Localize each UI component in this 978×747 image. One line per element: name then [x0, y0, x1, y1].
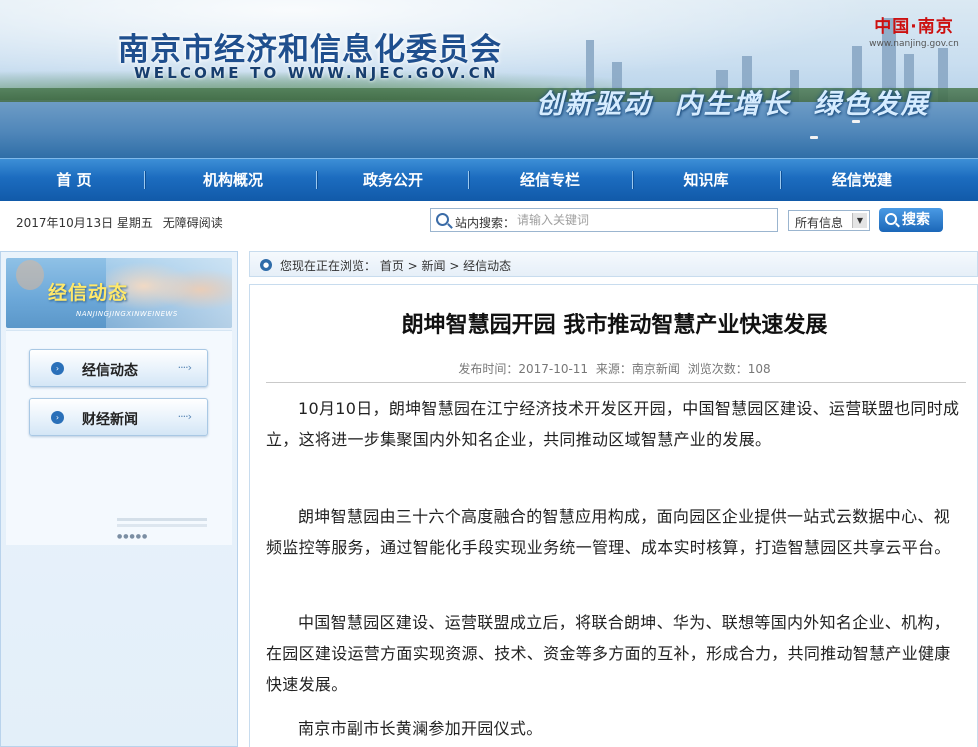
date-line: 2017年10月13日 星期五 无障碍阅读 — [16, 214, 223, 231]
search-button-label: 搜索 — [902, 212, 930, 228]
sidebar-item-label: 经信动态 — [82, 363, 138, 379]
nav-item-gov-open[interactable]: 政务公开 — [318, 159, 468, 201]
article-panel: 朗坤智慧园开园 我市推动智慧产业快速发展 发布时间：2017-10-11 来源：… — [249, 284, 978, 747]
title-divider — [266, 382, 966, 383]
sidebar-item-label: 财经新闻 — [82, 412, 138, 428]
logo-url: www.nanjing.gov.cn — [869, 39, 959, 49]
article-paragraph: 南京市副市长黄澜参加开园仪式。 — [298, 719, 543, 738]
nav-item-about[interactable]: 机构概况 — [148, 159, 318, 201]
search-scope-select[interactable]: 所有信息 ▼ — [788, 210, 870, 231]
article-meta: 发布时间：2017-10-11 来源：南京新闻 浏览次数：108 — [250, 360, 978, 377]
article-paragraph: 中国智慧园区建设、运营联盟成立后，将联合朗坤、华为、联想等国内外知名企业、机构，… — [266, 613, 951, 694]
breadcrumb-text[interactable]: 您现在正在浏览： 首页 > 新闻 > 经信动态 — [280, 257, 511, 274]
nav-item-party[interactable]: 经信党建 — [782, 159, 942, 201]
chevron-down-icon[interactable]: ▼ — [852, 213, 867, 228]
sidebar-banner: 经信动态 NANJINGJINGXINWEINEWS — [6, 258, 232, 328]
sidebar-item-jingxin-news[interactable]: › 经信动态 ····› — [29, 349, 208, 387]
search-icon — [436, 213, 449, 226]
chevron-right-icon: › — [51, 411, 64, 424]
publish-date: 2017-10-11 — [518, 362, 589, 376]
nanjing-logo[interactable]: 中国·南京 www.nanjing.gov.cn — [868, 12, 960, 52]
views-label-text: 浏览次数： — [687, 362, 748, 376]
banner-photo-shape — [16, 260, 44, 290]
main-nav: 首 页 机构概况 政务公开 经信专栏 知识库 经信党建 — [0, 158, 978, 202]
dotted-arrow-icon: ····› — [177, 361, 192, 374]
sidebar-banner-subtitle: NANJINGJINGXINWEINEWS — [76, 310, 178, 318]
breadcrumb: ● 您现在正在浏览： 首页 > 新闻 > 经信动态 — [249, 251, 978, 277]
sidebar-item-finance-news[interactable]: › 财经新闻 ····› — [29, 398, 208, 436]
site-search-box: 站内搜索： — [430, 208, 778, 232]
nav-item-column[interactable]: 经信专栏 — [470, 159, 630, 201]
article-title: 朗坤智慧园开园 我市推动智慧产业快速发展 — [401, 312, 828, 338]
nav-divider — [144, 171, 146, 189]
search-scope-value: 所有信息 — [795, 216, 844, 230]
current-date: 2017年10月13日 星期五 — [16, 216, 153, 230]
article-paragraph: 10月10日，朗坤智慧园在江宁经济技术开发区开园，中国智慧园区建设、运营联盟也同… — [266, 399, 960, 449]
logo-text: 中国·南京 — [874, 17, 954, 37]
views-label: 浏览次数：108 — [688, 362, 771, 376]
source-value: 南京新闻 — [631, 362, 680, 376]
location-icon: ● — [260, 259, 272, 271]
sidebar: 经信动态 NANJINGJINGXINWEINEWS › 经信动态 ····› … — [0, 251, 238, 747]
sidebar-menu: › 经信动态 ····› › 财经新闻 ····› — [6, 330, 232, 545]
accessibility-link[interactable]: 无障碍阅读 — [163, 216, 223, 230]
source-label-text: 来源： — [595, 362, 632, 376]
chevron-right-icon: › — [51, 362, 64, 375]
search-icon — [885, 213, 897, 225]
search-input[interactable] — [517, 211, 772, 229]
source-label: 来源：南京新闻 — [596, 362, 680, 376]
sidebar-footer-line — [117, 518, 207, 521]
nav-item-knowledge[interactable]: 知识库 — [634, 159, 778, 201]
sidebar-pager-dots: ●●●●● — [117, 533, 149, 540]
site-title: 南京市经济和信息化委员会 — [118, 32, 502, 68]
publish-label: 发布时间：2017-10-11 — [458, 362, 588, 376]
publish-label-text: 发布时间： — [458, 362, 519, 376]
dotted-arrow-icon: ····› — [177, 410, 192, 423]
nav-item-home[interactable]: 首 页 — [0, 159, 148, 201]
sidebar-footer-line — [117, 524, 207, 527]
slogan: 创新驱动 内生增长 绿色发展 — [536, 89, 930, 120]
sidebar-banner-title: 经信动态 — [48, 282, 129, 304]
site-banner: 南京市经济和信息化委员会 WELCOME TO WWW.NJEC.GOV.CN … — [0, 0, 978, 158]
view-count: 108 — [747, 362, 771, 376]
search-label: 站内搜索： — [455, 216, 516, 230]
article-paragraph: 朗坤智慧园由三十六个高度融合的智慧应用构成，面向园区企业提供一站式云数据中心、视… — [266, 507, 951, 557]
search-button[interactable]: 搜索 — [879, 208, 943, 232]
site-subtitle: WELCOME TO WWW.NJEC.GOV.CN — [134, 64, 499, 82]
boat — [810, 136, 818, 139]
